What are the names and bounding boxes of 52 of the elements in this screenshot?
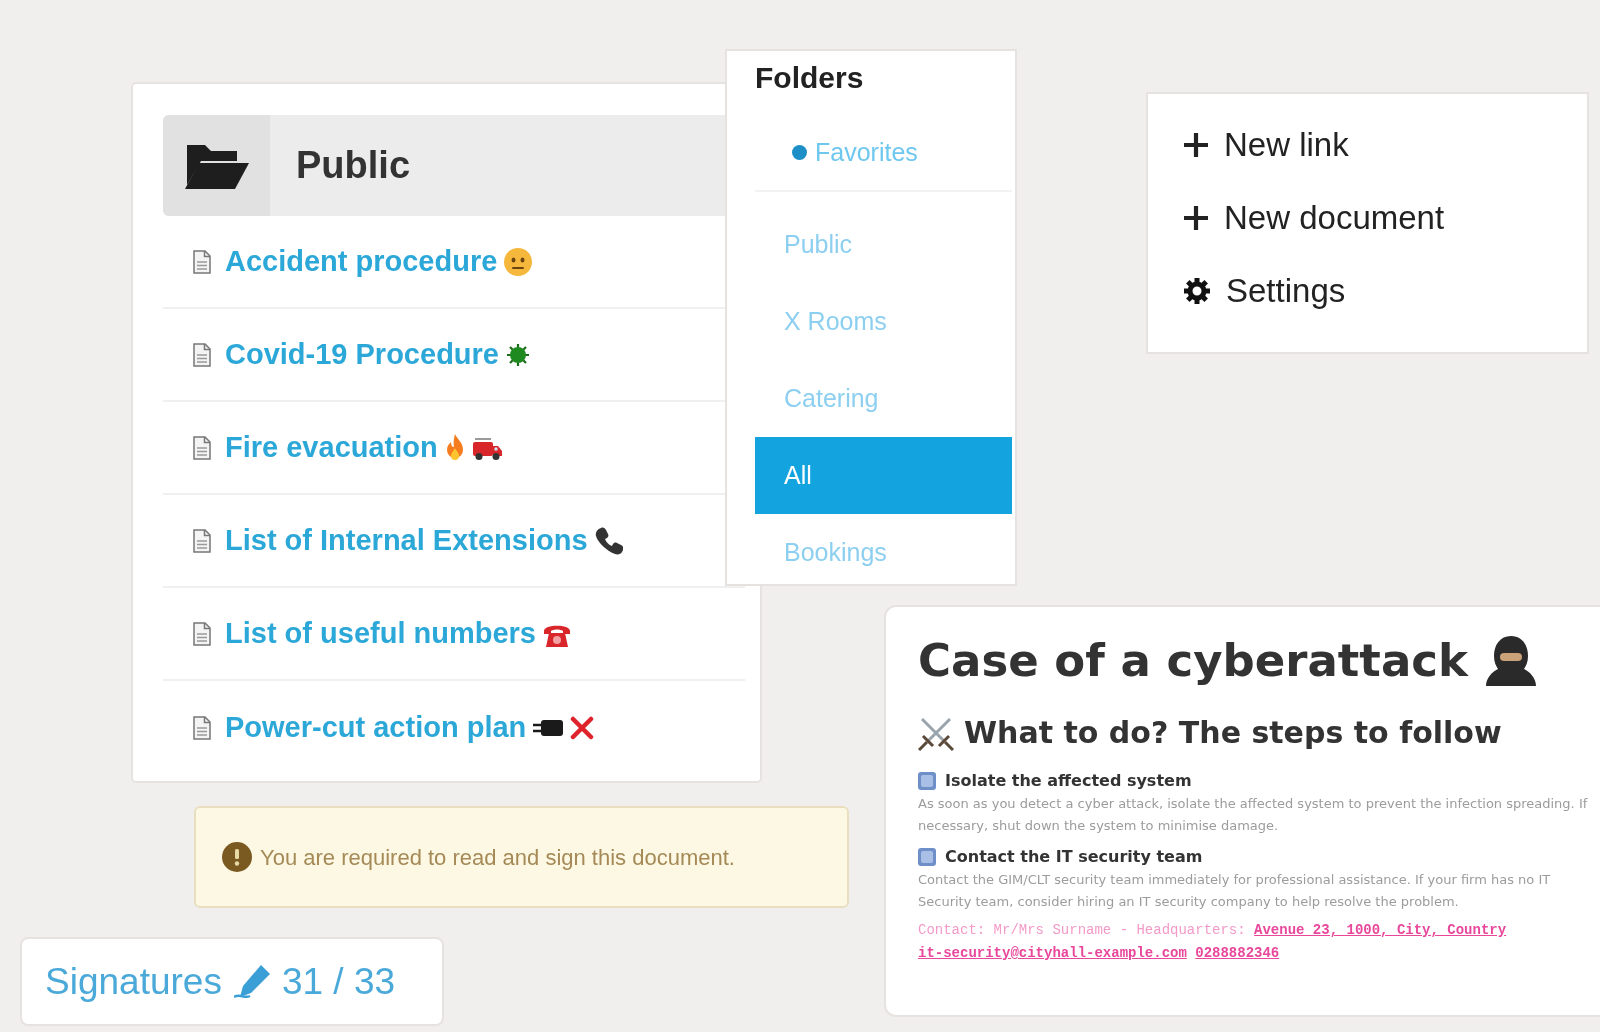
folder-item[interactable]: Public bbox=[755, 206, 1012, 283]
plus-icon bbox=[1184, 132, 1208, 157]
plug-icon bbox=[533, 719, 564, 736]
contact-link[interactable]: 0288882346 bbox=[1195, 945, 1280, 961]
folder-item[interactable]: All bbox=[755, 437, 1012, 514]
menu-item[interactable]: New document bbox=[1184, 181, 1445, 254]
folder-item[interactable]: Favorites bbox=[755, 115, 1012, 192]
document-link[interactable]: Covid-19 Procedure bbox=[225, 332, 499, 377]
menu-item[interactable]: Settings bbox=[1184, 254, 1346, 327]
step-title: Isolate the affected system bbox=[945, 771, 1192, 791]
folder-item[interactable]: Catering bbox=[755, 360, 1012, 437]
document-icon bbox=[193, 342, 211, 367]
folder-item[interactable]: Bookings bbox=[755, 514, 1012, 584]
step-text: Contact the GIM/CLT security team immediately for professional assistance. If your firm has no IT Security team, consider hiring an IT security company to help resolve the problem. bbox=[918, 871, 1552, 911]
pen-icon bbox=[233, 964, 270, 999]
dot-icon bbox=[792, 145, 807, 160]
document-link[interactable]: List of useful numbers bbox=[225, 611, 536, 656]
panel-title: Folders bbox=[755, 60, 865, 96]
document-link[interactable]: Accident procedure bbox=[225, 239, 498, 284]
keycap-icon bbox=[918, 772, 936, 790]
document-icon bbox=[193, 715, 211, 740]
article-subtitle: What to do? The steps to follow bbox=[964, 715, 1502, 751]
document-icon bbox=[193, 249, 211, 274]
document-icon bbox=[193, 528, 211, 553]
folder-title: Public bbox=[296, 143, 411, 188]
cross-icon bbox=[570, 715, 595, 740]
plus-icon bbox=[1184, 205, 1208, 230]
contact-link[interactable]: Avenue 23, 1000, City, Country bbox=[1254, 922, 1507, 938]
step-text: As soon as you detect a cyber attack, isolate the affected system to prevent the infection spreading. If necessary, shut down the system to minimise damage. bbox=[918, 795, 1589, 835]
warning-icon bbox=[222, 842, 252, 872]
gear-icon bbox=[1184, 277, 1210, 304]
virus-icon bbox=[506, 342, 530, 367]
folder-item[interactable]: X Rooms bbox=[755, 283, 1012, 360]
phone-icon bbox=[594, 526, 623, 555]
face-icon bbox=[504, 247, 533, 276]
contact-text: Contact: Mr/Mrs Surname - Headquarters: Avenue 23, 1000, City, Country it-security@cityhall-example.com 0288882346 bbox=[918, 921, 1508, 963]
signatures-button[interactable]: Signatures 31 / 33 bbox=[20, 937, 444, 1026]
document-link[interactable]: Fire evacuation bbox=[225, 425, 438, 470]
flame-icon bbox=[444, 433, 465, 462]
fire-truck-icon bbox=[471, 435, 502, 460]
contact-link[interactable]: it-security@cityhall-example.com bbox=[918, 945, 1187, 961]
document-link[interactable]: Power-cut action plan bbox=[225, 705, 527, 750]
hooded-figure-icon bbox=[1485, 636, 1536, 686]
crossed-swords-icon bbox=[918, 715, 954, 751]
document-link[interactable]: List of Internal Extensions bbox=[225, 518, 588, 563]
menu-item[interactable]: New link bbox=[1184, 108, 1349, 181]
document-icon bbox=[193, 435, 211, 460]
step-title: Contact the IT security team bbox=[945, 847, 1203, 867]
alert-text: You are required to read and sign this document. bbox=[260, 843, 735, 872]
article-title: Case of a cyberattack bbox=[918, 634, 1468, 688]
keycap-icon bbox=[918, 848, 936, 866]
document-icon bbox=[193, 621, 211, 646]
